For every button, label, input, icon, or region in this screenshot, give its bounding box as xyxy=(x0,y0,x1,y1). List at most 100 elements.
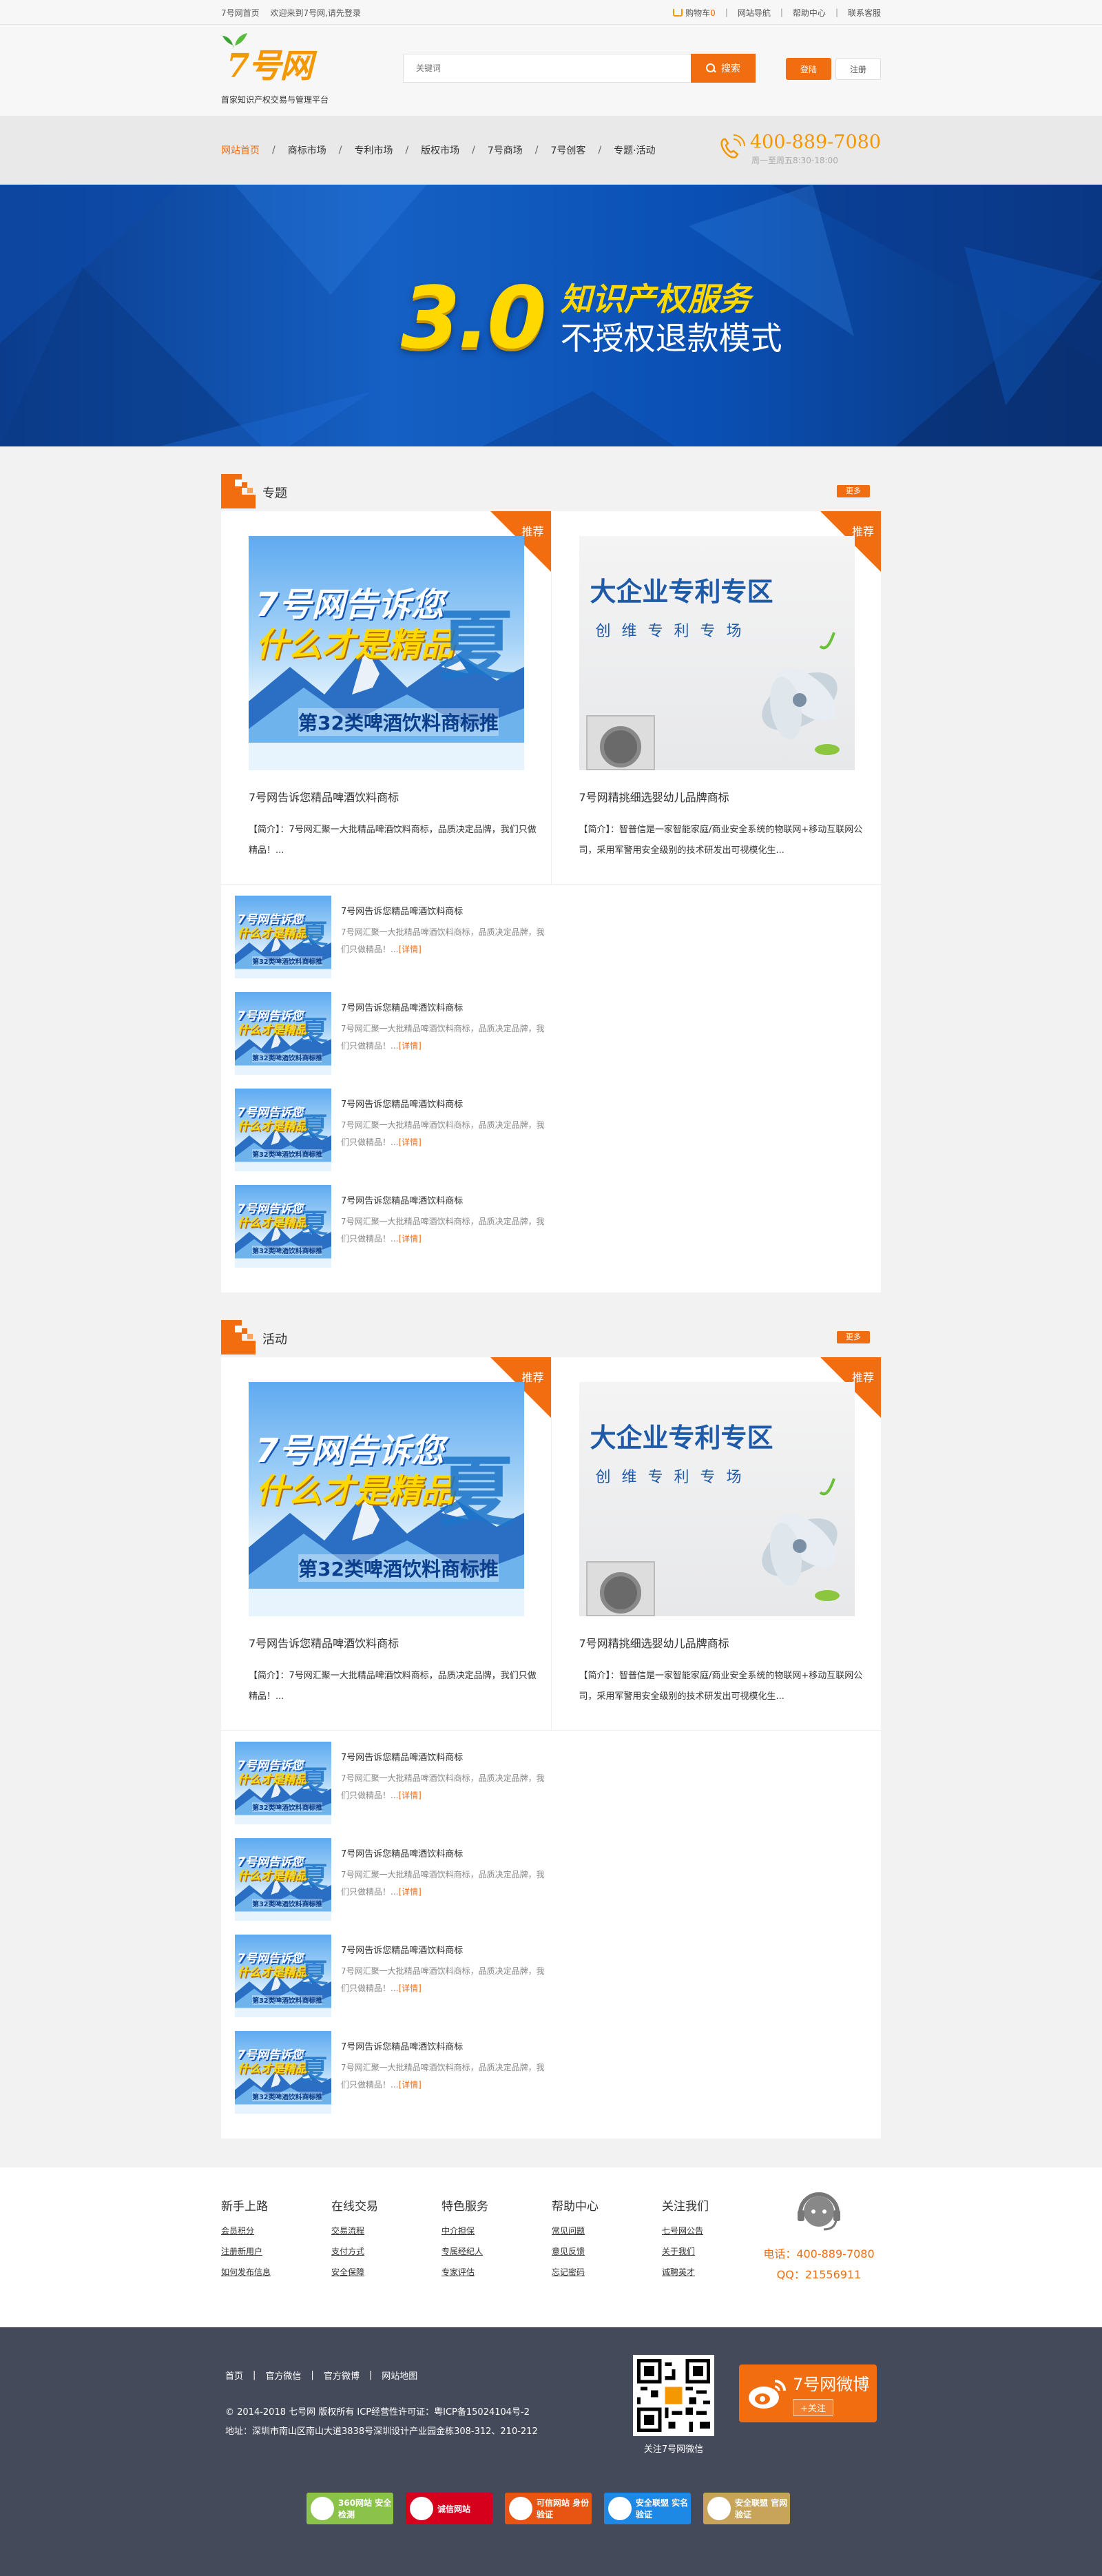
list-item[interactable]: 7号网告诉您 什么才是精品 夏 第32类啤酒饮料商标推 7号网告诉您精品啤酒饮料… xyxy=(235,896,552,992)
featured-card[interactable]: 推荐 大企业专利专区 创维专利专场 7号网精挑细选婴幼儿品牌商标 【简介】：智普… xyxy=(550,1357,882,1730)
list-item-image[interactable]: 7号网告诉您 什么才是精品 夏 第32类啤酒饮料商标推 xyxy=(235,1838,331,1921)
list-item-title[interactable]: 7号网告诉您精品啤酒饮料商标 xyxy=(341,1097,548,1110)
footer-link[interactable]: 七号网公告 xyxy=(662,2220,772,2241)
list-item[interactable]: 7号网告诉您 什么才是精品 夏 第32类啤酒饮料商标推 7号网告诉您精品啤酒饮料… xyxy=(235,992,552,1089)
footer-link[interactable]: 注册新用户 xyxy=(221,2241,331,2262)
bottom-link-home[interactable]: 首页 xyxy=(225,2369,243,2382)
banner-version: 3.0 xyxy=(401,269,547,368)
featured-title[interactable]: 7号网告诉您精品啤酒饮料商标 xyxy=(249,788,551,805)
logo-subtitle: 首家知识产权交易与管理平台 xyxy=(221,95,329,105)
list-item-title[interactable]: 7号网告诉您精品啤酒饮料商标 xyxy=(341,1000,548,1013)
list-item[interactable]: 7号网告诉您 什么才是精品 夏 第32类啤酒饮料商标推 7号网告诉您精品啤酒饮料… xyxy=(235,1089,552,1185)
footer-link[interactable]: 关于我们 xyxy=(662,2241,772,2262)
bottom-links: 首页 | 官方微信 | 官方微博 | 网站地图 xyxy=(225,2369,418,2382)
detail-link[interactable]: [详情] xyxy=(398,945,421,954)
trust-badge[interactable]: 安全联盟 实名验证 xyxy=(604,2493,691,2524)
list-item-title[interactable]: 7号网告诉您精品啤酒饮料商标 xyxy=(341,1193,548,1206)
nav-mall[interactable]: 7号商场 xyxy=(488,143,523,157)
contact-link[interactable]: 联系客服 xyxy=(848,7,881,19)
bottom-link-wechat[interactable]: 官方微信 xyxy=(265,2369,301,2382)
list-item-title[interactable]: 7号网告诉您精品啤酒饮料商标 xyxy=(341,1943,548,1956)
login-button[interactable]: 登陆 xyxy=(786,58,831,80)
featured-card[interactable]: 推荐 7号网告诉您 什么才是精品 夏 第32类啤酒饮料商标推 7号网告诉您精品啤… xyxy=(221,511,551,884)
list-item[interactable]: 7号网告诉您 什么才是精品 夏 第32类啤酒饮料商标推 7号网告诉您精品啤酒饮料… xyxy=(235,1935,552,2031)
footer-link[interactable]: 如何发布信息 xyxy=(221,2262,331,2283)
list-item-title[interactable]: 7号网告诉您精品啤酒饮料商标 xyxy=(341,904,548,917)
list-item-image[interactable]: 7号网告诉您 什么才是精品 夏 第32类啤酒饮料商标推 xyxy=(235,1935,331,2017)
home-link[interactable]: 7号网首页 xyxy=(221,8,260,18)
weibo-follow-box[interactable]: 7号网微博 +关注 xyxy=(739,2364,877,2422)
footer-link[interactable]: 支付方式 xyxy=(331,2241,441,2262)
list-item-image[interactable]: 7号网告诉您 什么才是精品 夏 第32类啤酒饮料商标推 xyxy=(235,1742,331,1824)
weibo-follow-button[interactable]: +关注 xyxy=(793,2399,833,2416)
detail-link[interactable]: [详情] xyxy=(398,1791,421,1800)
promo-glyph: 夏 xyxy=(301,1208,329,1239)
detail-link[interactable]: [详情] xyxy=(398,1137,421,1147)
featured-title[interactable]: 7号网精挑细选婴幼儿品牌商标 xyxy=(579,788,882,805)
footer-link[interactable]: 会员积分 xyxy=(221,2220,331,2241)
nav-home[interactable]: 网站首页 xyxy=(221,143,260,157)
site-nav-link[interactable]: 网站导航 xyxy=(738,7,771,19)
search-button[interactable]: 搜索 xyxy=(691,54,756,83)
bottom-link-sitemap[interactable]: 网站地图 xyxy=(382,2369,417,2382)
featured-desc: 【简介】：智普信是一家智能家庭/商业安全系统的物联网+移动互联网公司，采用军警用… xyxy=(579,1671,863,1702)
list-item[interactable]: 7号网告诉您 什么才是精品 夏 第32类啤酒饮料商标推 7号网告诉您精品啤酒饮料… xyxy=(235,1185,552,1281)
nav-patent[interactable]: 专利市场 xyxy=(354,143,393,157)
list-item-image[interactable]: 7号网告诉您 什么才是精品 夏 第32类啤酒饮料商标推 xyxy=(235,1185,331,1268)
footer-link[interactable]: 交易流程 xyxy=(331,2220,441,2241)
footer-link[interactable]: 诚聘英才 xyxy=(662,2262,772,2283)
search-input[interactable] xyxy=(403,54,691,83)
list-item[interactable]: 7号网告诉您 什么才是精品 夏 第32类啤酒饮料商标推 7号网告诉您精品啤酒饮料… xyxy=(235,1742,552,1838)
detail-link[interactable]: [详情] xyxy=(398,1041,421,1051)
footer-link[interactable]: 安全保障 xyxy=(331,2262,441,2283)
featured-image[interactable]: 大企业专利专区 创维专利专场 xyxy=(579,536,855,770)
trust-badge[interactable]: 诚信网站 xyxy=(406,2493,492,2524)
trust-badge[interactable]: 可信网站 身份验证 xyxy=(505,2493,592,2524)
list-item-title[interactable]: 7号网告诉您精品啤酒饮料商标 xyxy=(341,2039,548,2052)
featured-image[interactable]: 7号网告诉您 什么才是精品 夏 第32类啤酒饮料商标推 xyxy=(249,1382,524,1616)
cart-link[interactable]: 购物车0 xyxy=(673,7,716,19)
list-item-image[interactable]: 7号网告诉您 什么才是精品 夏 第32类啤酒饮料商标推 xyxy=(235,896,331,978)
detail-link[interactable]: [详情] xyxy=(398,1983,421,1993)
featured-image[interactable]: 大企业专利专区 创维专利专场 xyxy=(579,1382,855,1616)
featured-title[interactable]: 7号网告诉您精品啤酒饮料商标 xyxy=(249,1634,551,1651)
nav-events[interactable]: 专题·活动 xyxy=(614,143,655,157)
footer-link[interactable]: 专家评估 xyxy=(441,2262,552,2283)
hero-banner[interactable]: 3.0 知识产权服务 不授权退款模式 xyxy=(0,185,1102,446)
logo[interactable]: 7号网 首家知识产权交易与管理平台 xyxy=(221,32,386,105)
qr-caption: 关注7号网微信 xyxy=(643,2444,704,2455)
more-button[interactable]: 更多 xyxy=(837,485,870,497)
more-button[interactable]: 更多 xyxy=(837,1331,870,1343)
trust-badge[interactable]: 360网站 安全检测 xyxy=(306,2493,393,2524)
nav-trademark[interactable]: 商标市场 xyxy=(288,143,326,157)
footer-link[interactable]: 意见反馈 xyxy=(552,2241,662,2262)
bottom-link-weibo[interactable]: 官方微博 xyxy=(324,2369,360,2382)
featured-title[interactable]: 7号网精挑细选婴幼儿品牌商标 xyxy=(579,1634,882,1651)
detail-link[interactable]: [详情] xyxy=(398,2080,421,2090)
detail-link[interactable]: [详情] xyxy=(398,1887,421,1897)
list-item-title[interactable]: 7号网告诉您精品啤酒饮料商标 xyxy=(341,1846,548,1859)
list-item-title[interactable]: 7号网告诉您精品啤酒饮料商标 xyxy=(341,1750,548,1763)
list-item[interactable]: 7号网告诉您 什么才是精品 夏 第32类啤酒饮料商标推 7号网告诉您精品啤酒饮料… xyxy=(235,2031,552,2127)
nav-maker[interactable]: 7号创客 xyxy=(551,143,586,157)
nav-copyright[interactable]: 版权市场 xyxy=(421,143,459,157)
featured-card[interactable]: 推荐 大企业专利专区 创维专利专场 7号网精挑细选婴幼儿品牌商标 【简介】：智普… xyxy=(550,511,882,884)
list-item[interactable]: 7号网告诉您 什么才是精品 夏 第32类啤酒饮料商标推 7号网告诉您精品啤酒饮料… xyxy=(235,1838,552,1935)
register-button[interactable]: 注册 xyxy=(835,58,881,80)
hotline: 400-889-7080 周一至周五8:30-18:00 xyxy=(716,132,881,166)
promo-line3: 第32类啤酒饮料商标推 xyxy=(252,956,322,966)
footer-link[interactable]: 忘记密码 xyxy=(552,2262,662,2283)
list-item-image[interactable]: 7号网告诉您 什么才是精品 夏 第32类啤酒饮料商标推 xyxy=(235,992,331,1075)
featured-image[interactable]: 7号网告诉您 什么才是精品 夏 第32类啤酒饮料商标推 xyxy=(249,536,524,770)
trust-badge[interactable]: 安全联盟 官网验证 xyxy=(703,2493,790,2524)
footer-link[interactable]: 专属经纪人 xyxy=(441,2241,552,2262)
footer-link[interactable]: 中介担保 xyxy=(441,2220,552,2241)
help-link[interactable]: 帮助中心 xyxy=(793,7,826,19)
featured-card[interactable]: 推荐 7号网告诉您 什么才是精品 夏 第32类啤酒饮料商标推 7号网告诉您精品啤… xyxy=(221,1357,551,1730)
list-item-desc: 7号网汇聚一大批精品啤酒饮料商标，品质决定品牌，我们只做精品！... xyxy=(341,927,545,954)
footer-link[interactable]: 常见问题 xyxy=(552,2220,662,2241)
detail-link[interactable]: [详情] xyxy=(398,1234,421,1244)
list-item-image[interactable]: 7号网告诉您 什么才是精品 夏 第32类啤酒饮料商标推 xyxy=(235,1089,331,1171)
list-item-image[interactable]: 7号网告诉您 什么才是精品 夏 第32类啤酒饮料商标推 xyxy=(235,2031,331,2114)
list-item-desc: 7号网汇聚一大批精品啤酒饮料商标，品质决定品牌，我们只做精品！... xyxy=(341,1870,545,1897)
